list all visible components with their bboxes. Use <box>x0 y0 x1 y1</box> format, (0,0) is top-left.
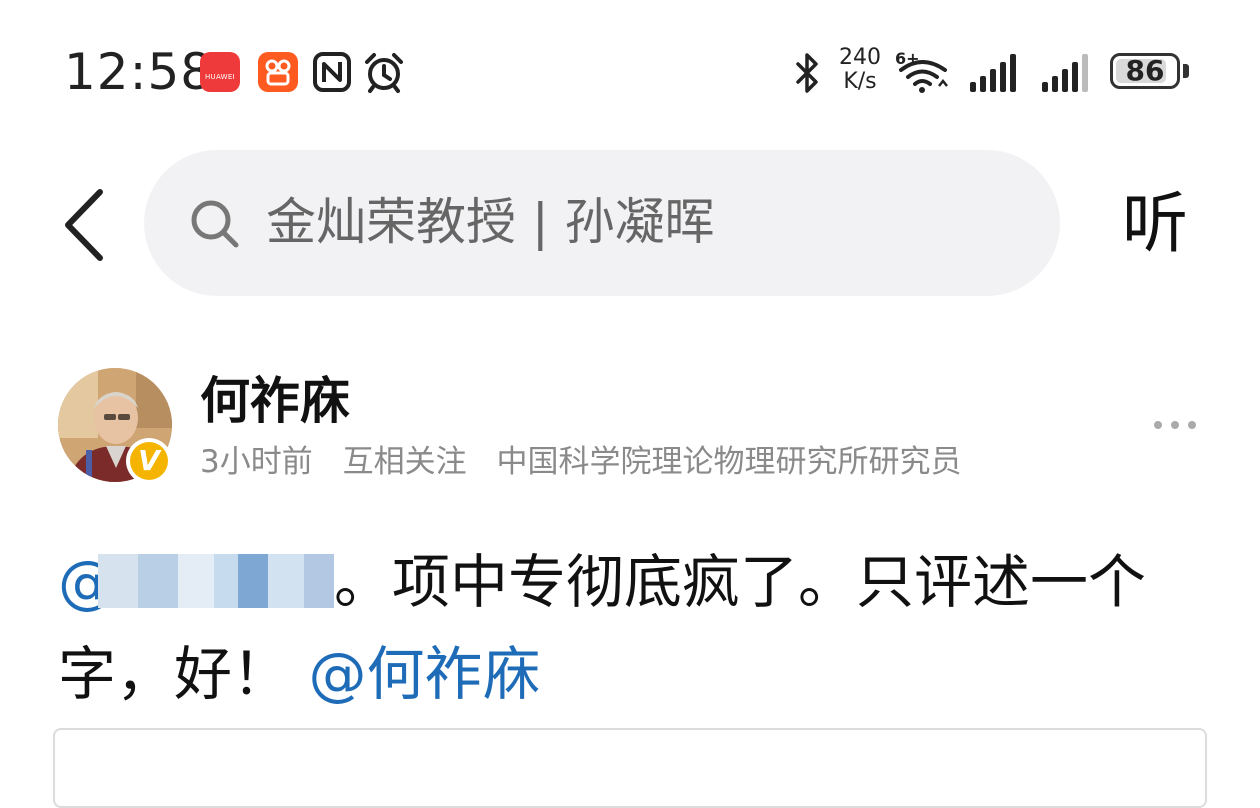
quoted-post-card[interactable] <box>53 728 1207 808</box>
search-bar[interactable]: 金灿荣教授 | 孙凝晖 <box>144 150 1060 296</box>
author-title: 中国科学院理论物理研究所研究员 <box>496 444 962 480</box>
post-body: @ 。项中专彻底疯了。只评述一个字，好！ @何祚庥 <box>58 536 1208 720</box>
blurred-mention[interactable]: @ <box>58 548 334 616</box>
network-speed-value: 240 <box>839 45 881 70</box>
status-time: 12:58 <box>64 43 214 101</box>
ellipsis-icon <box>1154 421 1196 429</box>
wifi-icon: 6+ <box>893 48 951 94</box>
verified-badge-icon: V <box>126 438 172 484</box>
huawei-appgallery-icon: HUAWEI <box>200 52 240 92</box>
author-name[interactable]: 何祚庥 <box>200 370 350 432</box>
huawei-label: HUAWEI <box>204 73 235 81</box>
mention-link[interactable]: @何祚庥 <box>308 640 540 708</box>
network-speed-unit: K/s <box>843 69 877 94</box>
battery-indicator: 86 <box>1110 53 1180 89</box>
search-icon <box>191 200 239 248</box>
post-time: 3小时前 <box>200 444 313 480</box>
battery-level: 86 <box>1125 54 1165 87</box>
kuaishou-icon <box>258 52 298 92</box>
battery-tip <box>1183 64 1189 78</box>
nfc-icon <box>312 50 352 94</box>
chevron-left-icon <box>65 189 103 261</box>
bluetooth-icon <box>792 52 822 94</box>
network-speed: 240 K/s <box>836 46 884 94</box>
alarm-icon <box>362 50 403 94</box>
signal-strength-icon-sim1 <box>968 52 1018 94</box>
back-button[interactable] <box>58 188 114 262</box>
post-meta: 3小时前 互相关注 中国科学院理论物理研究所研究员 <box>200 442 981 482</box>
status-bar: 12:58 HUAWEI 240 K/s 6+ 86 <box>0 0 1260 140</box>
listen-button[interactable]: 听 <box>1122 184 1188 264</box>
more-options-button[interactable] <box>1150 410 1200 440</box>
follow-status: 互相关注 <box>342 444 467 480</box>
signal-strength-icon-sim2 <box>1040 52 1090 94</box>
search-input[interactable]: 金灿荣教授 | 孙凝晖 <box>266 190 715 254</box>
